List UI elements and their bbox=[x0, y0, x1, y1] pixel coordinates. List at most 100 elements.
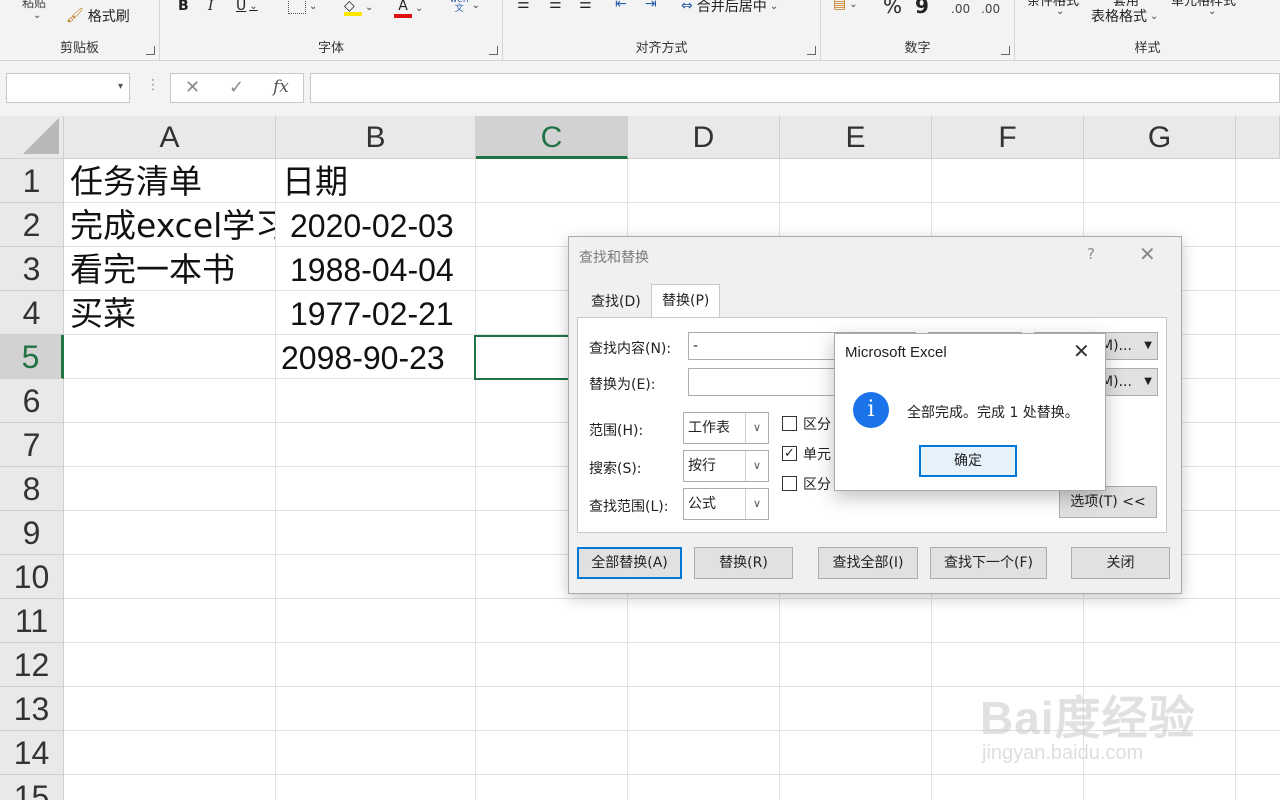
row-header-3[interactable]: 3 bbox=[0, 247, 64, 291]
help-icon[interactable]: ? bbox=[1087, 245, 1095, 263]
cell-b1[interactable]: 日期 bbox=[282, 160, 348, 204]
formula-input[interactable] bbox=[310, 73, 1280, 103]
find-all-button[interactable]: 查找全部(I) bbox=[818, 547, 918, 579]
close-icon[interactable]: ✕ bbox=[1139, 242, 1156, 266]
tab-replace[interactable]: 替换(P) bbox=[651, 284, 721, 318]
column-header-b[interactable]: B bbox=[276, 116, 476, 159]
fill-color-button[interactable]: ◇ ⌄ bbox=[344, 0, 373, 16]
row-header-15[interactable]: 15 bbox=[0, 775, 64, 800]
close-icon[interactable]: ✕ bbox=[1073, 339, 1090, 363]
column-header-d[interactable]: D bbox=[628, 116, 780, 159]
row-header-5[interactable]: 5 bbox=[0, 335, 64, 379]
ok-button[interactable]: 确定 bbox=[919, 445, 1017, 477]
format-painter-button[interactable]: 🖌 格式刷 bbox=[66, 6, 130, 26]
match-width-checkbox[interactable] bbox=[782, 476, 797, 491]
tab-find[interactable]: 查找(D) bbox=[581, 287, 651, 317]
chevron-down-icon: ⌄ bbox=[415, 2, 424, 14]
match-entire-cell-checkbox[interactable]: ✓ bbox=[782, 446, 797, 461]
cell-a2[interactable]: 完成excel学习 bbox=[70, 204, 275, 248]
row-header-4[interactable]: 4 bbox=[0, 291, 64, 335]
cell-b3[interactable]: 1988-04-04 bbox=[290, 248, 454, 292]
paste-dropdown[interactable]: ⌄ bbox=[30, 10, 41, 21]
column-header-c[interactable]: C bbox=[476, 116, 628, 159]
decrease-decimal-button[interactable]: .00 bbox=[981, 2, 1000, 16]
accounting-format-button[interactable]: ▤ ⌄ bbox=[833, 0, 858, 12]
chevron-down-icon: ▼ bbox=[1144, 340, 1152, 351]
format-painter-label: 格式刷 bbox=[87, 9, 130, 25]
row-header-11[interactable]: 11 bbox=[0, 599, 64, 643]
borders-button[interactable]: ⌄ bbox=[288, 0, 317, 14]
font-color-button[interactable]: A ⌄ bbox=[394, 0, 423, 18]
font-launcher-icon[interactable] bbox=[489, 46, 498, 55]
cancel-icon[interactable]: ✕ bbox=[185, 77, 200, 98]
select-all-corner[interactable] bbox=[0, 116, 64, 159]
clipboard-launcher-icon[interactable] bbox=[146, 46, 155, 55]
row-header-9[interactable]: 9 bbox=[0, 511, 64, 555]
italic-button[interactable]: I bbox=[208, 0, 214, 14]
close-button[interactable]: 关闭 bbox=[1071, 547, 1170, 579]
merge-center-button[interactable]: ⇔ 合并后居中 ⌄ bbox=[681, 0, 778, 16]
bold-button[interactable]: B bbox=[178, 0, 189, 14]
row-header-14[interactable]: 14 bbox=[0, 731, 64, 775]
row-header-6[interactable]: 6 bbox=[0, 379, 64, 423]
comma-button[interactable]: 9 bbox=[915, 0, 929, 18]
gridline bbox=[64, 598, 1280, 599]
cell-styles-dropdown[interactable]: ⌄ bbox=[1205, 6, 1216, 17]
insert-function-icon[interactable]: fx bbox=[273, 77, 289, 97]
align-center-button[interactable]: ☰ bbox=[549, 0, 562, 12]
cell-a3[interactable]: 看完一本书 bbox=[70, 248, 235, 292]
column-header-e[interactable]: E bbox=[780, 116, 932, 159]
phonetic-icon: wén 文 bbox=[450, 0, 469, 14]
alignment-launcher-icon[interactable] bbox=[807, 46, 816, 55]
font-color-icon: A bbox=[394, 0, 412, 18]
dialog-title: 查找和替换 bbox=[579, 250, 649, 266]
column-header-h[interactable] bbox=[1236, 116, 1280, 159]
cell-a4[interactable]: 买菜 bbox=[70, 292, 136, 336]
row-header-13[interactable]: 13 bbox=[0, 687, 64, 731]
replace-button[interactable]: 替换(R) bbox=[694, 547, 793, 579]
conditional-format-dropdown[interactable]: ⌄ bbox=[1053, 6, 1064, 17]
row-header-1[interactable]: 1 bbox=[0, 159, 64, 203]
search-order-select[interactable]: 按行 ∨ bbox=[683, 450, 769, 482]
alignment-group: ☰ ☰ ☰ ⇤ ⇥ ⇔ 合并后居中 ⌄ 对齐方式 bbox=[503, 0, 821, 60]
number-launcher-icon[interactable] bbox=[1001, 46, 1010, 55]
find-next-button[interactable]: 查找下一个(F) bbox=[930, 547, 1047, 579]
column-header-g[interactable]: G bbox=[1084, 116, 1236, 159]
match-entire-cell-label: 单元 bbox=[803, 447, 831, 463]
chevron-down-icon: ∨ bbox=[745, 489, 768, 519]
message-box: Microsoft Excel ✕ i 全部完成。完成 1 处替换。 确定 bbox=[834, 333, 1106, 491]
align-right-button[interactable]: ☰ bbox=[579, 0, 592, 12]
format-as-table-button[interactable]: 表格格式 ⌄ bbox=[1091, 6, 1158, 26]
column-header-f[interactable]: F bbox=[932, 116, 1084, 159]
replace-all-button[interactable]: 全部替换(A) bbox=[577, 547, 682, 579]
row-header-12[interactable]: 12 bbox=[0, 643, 64, 687]
match-case-checkbox[interactable] bbox=[782, 416, 797, 431]
cell-b5[interactable]: 2098-90-23 bbox=[281, 336, 445, 380]
underline-button[interactable]: U ⌄ bbox=[236, 0, 258, 14]
formula-buttons: ✕ ✓ fx bbox=[170, 73, 304, 103]
scope-select[interactable]: 工作表 ∨ bbox=[683, 412, 769, 444]
align-center-icon: ☰ bbox=[549, 0, 562, 12]
decrease-indent-button[interactable]: ⇤ bbox=[615, 0, 627, 12]
percent-button[interactable]: % bbox=[883, 0, 902, 18]
splitter-handle-icon[interactable]: ⋮ bbox=[146, 77, 160, 93]
column-header-a[interactable]: A bbox=[64, 116, 276, 159]
select-all-icon bbox=[23, 118, 59, 154]
align-left-button[interactable]: ☰ bbox=[517, 0, 530, 12]
row-header-7[interactable]: 7 bbox=[0, 423, 64, 467]
chevron-down-icon[interactable]: ▾ bbox=[118, 81, 123, 92]
increase-indent-button[interactable]: ⇥ bbox=[645, 0, 657, 12]
look-in-select[interactable]: 公式 ∨ bbox=[683, 488, 769, 520]
cell-a1[interactable]: 任务清单 bbox=[70, 160, 202, 204]
increase-decimal-button[interactable]: .00 bbox=[951, 2, 970, 16]
phonetic-button[interactable]: wén 文 ⌄ bbox=[450, 0, 480, 14]
row-header-10[interactable]: 10 bbox=[0, 555, 64, 599]
cell-b2[interactable]: 2020-02-03 bbox=[290, 204, 454, 248]
clipboard-group: 粘贴 ⌄ 🖌 格式刷 剪贴板 bbox=[0, 0, 160, 60]
cell-b4[interactable]: 1977-02-21 bbox=[290, 292, 454, 336]
cell-styles-button[interactable]: 单元格样式 bbox=[1171, 0, 1236, 9]
row-header-2[interactable]: 2 bbox=[0, 203, 64, 247]
name-box[interactable]: ▾ bbox=[6, 73, 130, 103]
row-header-8[interactable]: 8 bbox=[0, 467, 64, 511]
enter-icon[interactable]: ✓ bbox=[229, 77, 244, 98]
